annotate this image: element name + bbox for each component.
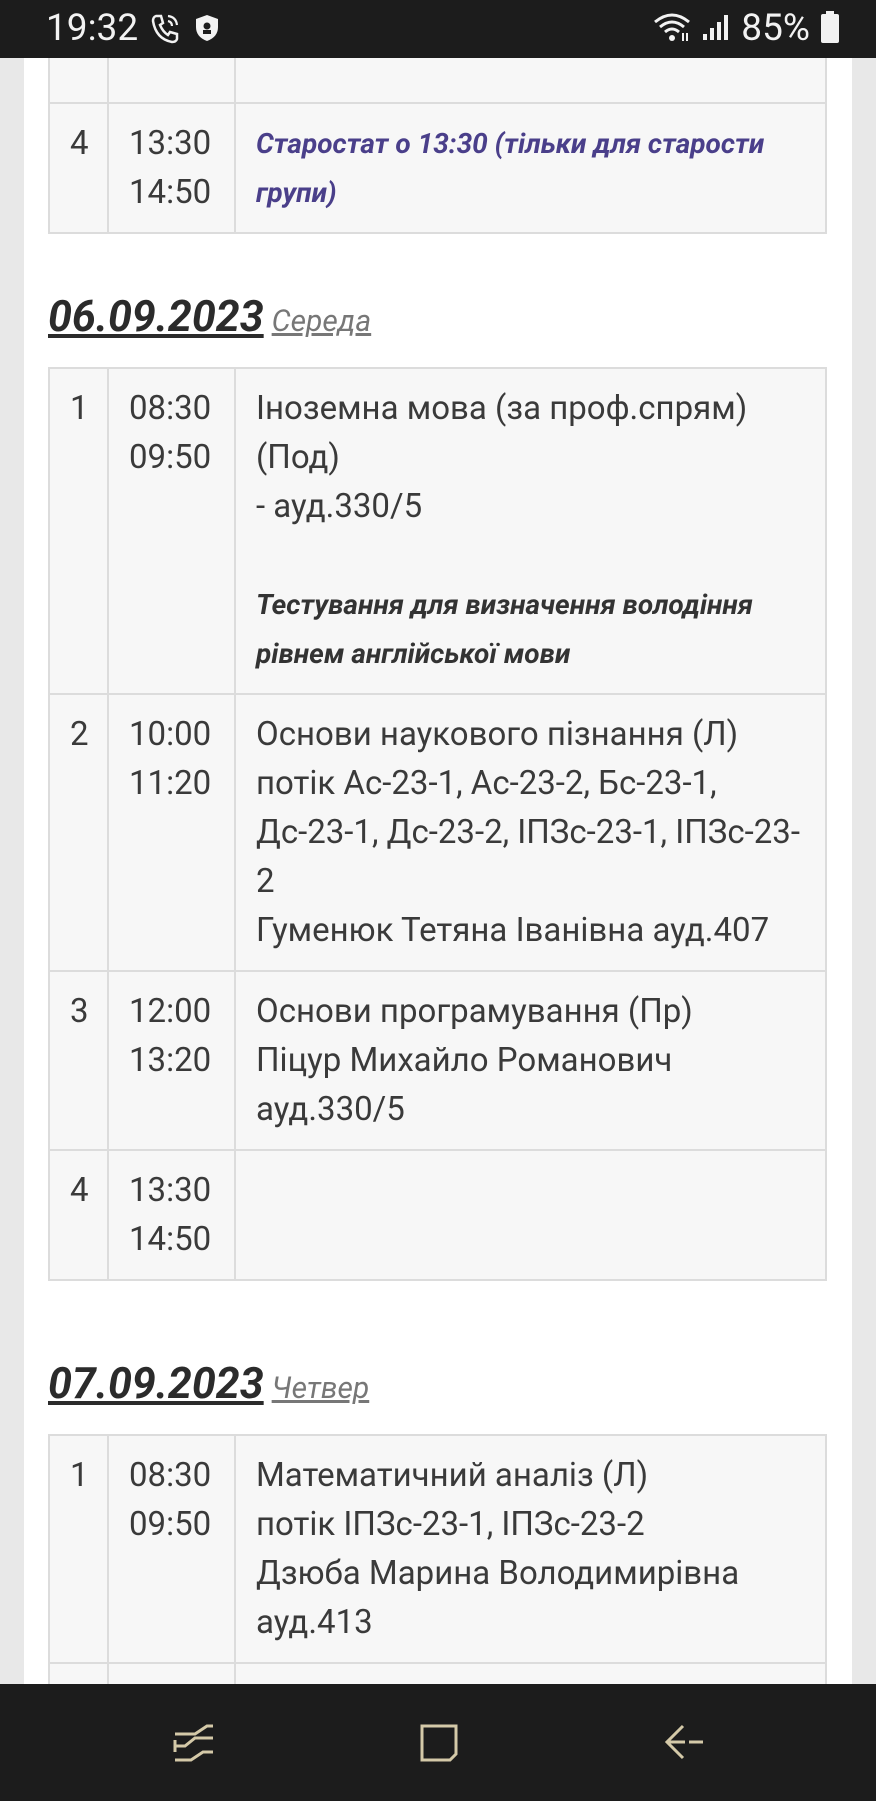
lesson-end-time: 09:50 — [129, 438, 212, 477]
table-row: 4 13:30 14:50 Старостат о 13:30 (тільки … — [48, 102, 827, 234]
lesson-details: Старостат о 13:30 (тільки для старости г… — [234, 102, 827, 234]
lesson-details: Іноземна мова (за проф.спрям) (Под) - ау… — [234, 367, 827, 695]
lesson-details: Математичний аналіз (Л) потік ІПЗс-23-1,… — [234, 1434, 827, 1664]
lesson-details: Основи наукового пізнання (Л) потік Ас-2… — [234, 693, 827, 972]
lesson-end-time: 11:20 — [129, 764, 212, 803]
navigation-bar — [0, 1684, 876, 1801]
wifi-icon — [653, 11, 691, 47]
schedule-table: 1 08:30 09:50 Математичний аналіз (Л) по… — [48, 1434, 827, 1684]
day-weekday[interactable]: Четвер — [272, 1371, 370, 1406]
lesson-end-time: 09:50 — [129, 1505, 212, 1544]
shield-icon — [194, 13, 220, 47]
back-icon[interactable] — [654, 1716, 714, 1770]
lesson-start-time: 08:30 — [129, 389, 212, 428]
table-row — [48, 58, 827, 104]
lesson-end-time: 13:20 — [129, 1041, 212, 1080]
signal-icon — [701, 12, 731, 46]
recents-icon[interactable] — [164, 1716, 224, 1770]
lesson-note: Старостат о 13:30 (тільки для старости г… — [256, 127, 765, 209]
battery-percentage: 85% — [741, 7, 810, 50]
lesson-teacher-room: Піцур Михайло Романович ауд.330/5 — [256, 1041, 673, 1129]
lesson-teacher-room: Гуменюк Тетяна Іванівна ауд.407 — [256, 911, 770, 950]
day-heading[interactable]: 06.09.2023 Середа — [48, 292, 371, 342]
lesson-end-time: 14:50 — [129, 1220, 212, 1259]
call-icon — [150, 12, 180, 48]
battery-icon — [820, 10, 840, 48]
table-row: 2 10:00 11:20 Основи наукового пізнання … — [48, 693, 827, 972]
lesson-subject: Математичний аналіз (Л) — [256, 1456, 649, 1495]
schedule-table-partial: 4 13:30 14:50 Старостат о 13:30 (тільки … — [48, 58, 827, 234]
table-row: 1 08:30 09:50 Іноземна мова (за проф.спр… — [48, 367, 827, 695]
lesson-room: - ауд.330/5 — [256, 487, 423, 526]
lesson-number: 4 — [48, 102, 109, 234]
day-weekday[interactable]: Середа — [272, 304, 372, 339]
lesson-start-time: 13:30 — [129, 1171, 212, 1210]
status-icons-right: 85% — [653, 7, 840, 50]
day-heading[interactable]: 07.09.2023 Четвер — [48, 1359, 369, 1409]
lesson-details — [234, 1149, 827, 1281]
day-date[interactable]: 07.09.2023 — [48, 1359, 264, 1409]
lesson-subject: Основи програмування (Пр) — [256, 992, 693, 1031]
lesson-groups: потік ІПЗс-23-1, ІПЗс-23-2 — [256, 1505, 645, 1544]
lesson-end-time: 14:50 — [129, 173, 212, 212]
lesson-details: Основи програмування (Пр) Піцур Михайло … — [234, 970, 827, 1151]
lesson-subject: Іноземна мова (за проф.спрям) (Под) — [256, 389, 748, 477]
day-date[interactable]: 06.09.2023 — [48, 292, 264, 342]
lesson-note: Тестування для визначення володіння рівн… — [256, 588, 753, 670]
lesson-time: 13:30 14:50 — [107, 102, 236, 234]
schedule-page: 4 13:30 14:50 Старостат о 13:30 (тільки … — [24, 58, 852, 1684]
lesson-start-time: 13:30 — [129, 124, 212, 163]
lesson-time: 08:30 09:50 — [107, 367, 236, 695]
status-bar: 19:32 85% — [0, 0, 876, 58]
lesson-number: 1 — [48, 367, 109, 695]
lesson-number: 3 — [48, 970, 109, 1151]
lesson-teacher-room: Дзюба Марина Володимирівна ауд.413 — [256, 1554, 740, 1642]
schedule-table: 1 08:30 09:50 Іноземна мова (за проф.спр… — [48, 367, 827, 1281]
table-row: 4 13:30 14:50 — [48, 1149, 827, 1281]
lesson-number: 4 — [48, 1149, 109, 1281]
lesson-subject: Основи наукового пізнання (Л) — [256, 715, 739, 754]
table-row: 3 12:00 13:20 Основи програмування (Пр) … — [48, 970, 827, 1151]
lesson-start-time: 12:00 — [129, 992, 212, 1031]
status-time: 19:32 — [46, 7, 139, 50]
lesson-start-time: 08:30 — [129, 1456, 212, 1495]
lesson-time: 10:00 11:20 — [107, 693, 236, 972]
table-row — [48, 1662, 827, 1684]
lesson-time: 13:30 14:50 — [107, 1149, 236, 1281]
lesson-groups: потік Ас-23-1, Ас-23-2, Бс-23-1, Дс-23-1… — [256, 764, 800, 901]
lesson-time: 12:00 13:20 — [107, 970, 236, 1151]
table-row: 1 08:30 09:50 Математичний аналіз (Л) по… — [48, 1434, 827, 1664]
lesson-start-time: 10:00 — [129, 715, 212, 754]
lesson-number: 2 — [48, 693, 109, 972]
status-icons-left — [150, 12, 220, 48]
home-icon[interactable] — [409, 1716, 469, 1770]
lesson-time: 08:30 09:50 — [107, 1434, 236, 1664]
lesson-number: 1 — [48, 1434, 109, 1664]
